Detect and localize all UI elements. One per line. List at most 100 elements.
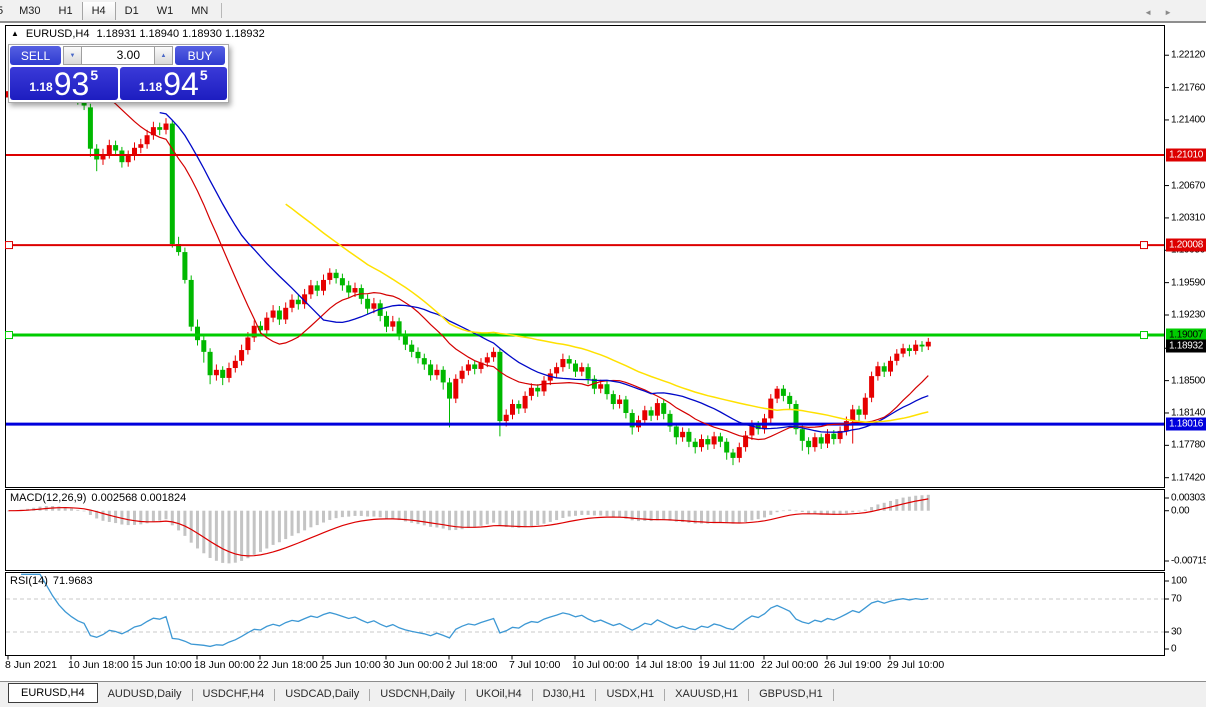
tab-scroll-left-icon[interactable]: ◄	[1144, 8, 1152, 17]
trade-panel-controls: SELL ▼ 3.00 ▲ BUY	[10, 46, 225, 65]
hline-handle[interactable]	[6, 242, 13, 249]
time-axis-label: 26 Jul 19:00	[824, 659, 881, 671]
time-axis-label: 7 Jul 10:00	[509, 659, 560, 671]
chart-tab-DJ30-H1[interactable]: DJ30,H1	[533, 684, 596, 703]
macd-indicator-title: MACD(12,26,9) 0.002568 0.001824	[10, 492, 186, 504]
price-tick-label: 1.20670	[1171, 180, 1205, 191]
hline-handle[interactable]	[1141, 242, 1148, 249]
tab-scroll-arrows: ◄ ►	[1144, 8, 1172, 17]
macd-scale-label: 0.003031	[1171, 493, 1206, 504]
price-tick-label: 1.18500	[1171, 375, 1205, 386]
trading-platform-window: 5M30H1H4D1W1MN ▲ EURUSD,H4 1.18931 1.189…	[0, 0, 1206, 707]
buy-price-pip: 5	[200, 67, 208, 83]
chart-tab-USDCNH-Daily[interactable]: USDCNH,Daily	[370, 684, 465, 703]
macd-signal-line	[9, 499, 929, 556]
chart-tab-USDCAD-Daily[interactable]: USDCAD,Daily	[275, 684, 369, 703]
chart-tab-USDX-H1[interactable]: USDX,H1	[596, 684, 664, 703]
chart-symbol-period: EURUSD,H4	[26, 28, 90, 40]
price-tick-label: 1.17780	[1171, 440, 1205, 451]
volume-decrease-icon[interactable]: ▼	[63, 46, 82, 65]
time-axis-label: 22 Jun 18:00	[257, 659, 318, 671]
time-axis-label: 10 Jun 18:00	[68, 659, 129, 671]
chart-tab-strip: EURUSD,H4AUDUSD,DailyUSDCHF,H4USDCAD,Dai…	[8, 682, 834, 703]
price-axis-label-1.21010: 1.21010	[1166, 149, 1206, 162]
chart-tab-USDCHF-H4[interactable]: USDCHF,H4	[193, 684, 275, 703]
rsi-scale-label: 0	[1171, 644, 1176, 655]
time-axis-label: 15 Jun 10:00	[131, 659, 192, 671]
volume-spinner: ▼ 3.00 ▲	[63, 46, 173, 65]
trade-panel-prices: 1.18 93 5 1.18 94 5	[10, 67, 227, 100]
time-axis-label: 22 Jul 00:00	[761, 659, 818, 671]
rsi-value-text: 71.9683	[53, 575, 93, 587]
price-axis-label-1.20008: 1.20008	[1166, 239, 1206, 252]
sell-price-prefix: 1.18	[29, 80, 52, 94]
time-axis-label: 19 Jul 11:00	[698, 659, 754, 671]
chart-tab-XAUUSD-H1[interactable]: XAUUSD,H1	[665, 684, 748, 703]
price-axis-label-1.18016: 1.18016	[1166, 418, 1206, 431]
macd-scale-label: -0.00715	[1171, 556, 1206, 567]
chart-tab-GBPUSD-H1[interactable]: GBPUSD,H1	[749, 684, 833, 703]
time-axis-label: 18 Jun 00:00	[194, 659, 255, 671]
one-click-trading-panel: SELL ▼ 3.00 ▲ BUY 1.18 93 5 1.18 94 5	[8, 44, 229, 103]
tab-separator	[833, 689, 834, 701]
ma-line-15	[97, 91, 929, 440]
price-tick-label: 1.17420	[1171, 472, 1205, 483]
chart-tab-bar: EURUSD,H4AUDUSD,DailyUSDCHF,H4USDCAD,Dai…	[0, 681, 1206, 707]
time-axis-label: 8 Jun 2021	[5, 659, 57, 671]
candles	[6, 55, 931, 465]
timeframe-button-M30[interactable]: M30	[10, 2, 49, 20]
toolbar-separator	[221, 3, 222, 18]
macd-values-text: 0.002568 0.001824	[91, 492, 186, 504]
timeframe-button-H4[interactable]: H4	[82, 2, 116, 20]
price-tick-label: 1.20310	[1171, 212, 1205, 223]
timeframe-button-5[interactable]: 5	[0, 2, 10, 20]
chart-header: ▲ EURUSD,H4 1.18931 1.18940 1.18930 1.18…	[11, 28, 265, 40]
time-axis-label: 2 Jul 18:00	[446, 659, 497, 671]
hline-handle[interactable]	[1141, 332, 1148, 339]
chart-ohlc-values: 1.18931 1.18940 1.18930 1.18932	[97, 28, 265, 40]
time-axis-label: 29 Jul 10:00	[887, 659, 944, 671]
time-axis-label: 14 Jul 18:00	[635, 659, 692, 671]
buy-button[interactable]: BUY	[175, 46, 225, 65]
chart-tab-AUDUSD-Daily[interactable]: AUDUSD,Daily	[98, 684, 192, 703]
chart-canvas	[0, 0, 1206, 707]
price-tick-label: 1.19590	[1171, 277, 1205, 288]
rsi-indicator-title: RSI(14) 71.9683	[10, 575, 93, 587]
chart-tab-EURUSD-H4[interactable]: EURUSD,H4	[8, 683, 98, 703]
timeframe-button-D1[interactable]: D1	[116, 2, 148, 20]
rsi-line	[21, 574, 928, 646]
price-tick-label: 1.19230	[1171, 310, 1205, 321]
hline-handle[interactable]	[6, 332, 13, 339]
pane-rsi	[6, 573, 1165, 656]
price-tick-label: 1.21400	[1171, 114, 1205, 125]
rsi-scale-label: 100	[1171, 576, 1187, 587]
timeframe-button-H1[interactable]: H1	[50, 2, 82, 20]
sell-price-pip: 5	[90, 67, 98, 83]
macd-scale-label: 0.00	[1171, 505, 1189, 516]
sell-price-big: 93	[54, 71, 90, 98]
time-axis-label: 10 Jul 00:00	[572, 659, 629, 671]
timeframe-button-W1[interactable]: W1	[148, 2, 183, 20]
tab-scroll-right-icon[interactable]: ►	[1164, 8, 1172, 17]
macd-title-text: MACD(12,26,9)	[10, 492, 86, 504]
rsi-scale-label: 30	[1171, 627, 1182, 638]
chart-tab-UKOil-H4[interactable]: UKOil,H4	[466, 684, 532, 703]
volume-input[interactable]: 3.00	[82, 46, 154, 65]
time-axis-label: 30 Jun 00:00	[383, 659, 444, 671]
sell-button[interactable]: SELL	[10, 46, 61, 65]
buy-price-box[interactable]: 1.18 94 5	[120, 67, 228, 100]
price-tick-label: 1.22120	[1171, 50, 1205, 61]
sell-price-box[interactable]: 1.18 93 5	[10, 67, 118, 100]
buy-price-big: 94	[163, 71, 199, 98]
collapse-chart-icon[interactable]: ▲	[11, 30, 19, 38]
rsi-title-text: RSI(14)	[10, 575, 48, 587]
price-tick-label: 1.21760	[1171, 82, 1205, 93]
timeframe-toolbar: 5M30H1H4D1W1MN	[0, 0, 1206, 23]
volume-increase-icon[interactable]: ▲	[154, 46, 173, 65]
time-axis-label: 25 Jun 10:00	[320, 659, 381, 671]
price-axis-label-1.18932: 1.18932	[1166, 339, 1206, 352]
timeframe-button-MN[interactable]: MN	[182, 2, 217, 20]
rsi-scale-label: 70	[1171, 594, 1182, 605]
buy-price-prefix: 1.18	[139, 80, 162, 94]
macd-histogram	[7, 495, 930, 564]
